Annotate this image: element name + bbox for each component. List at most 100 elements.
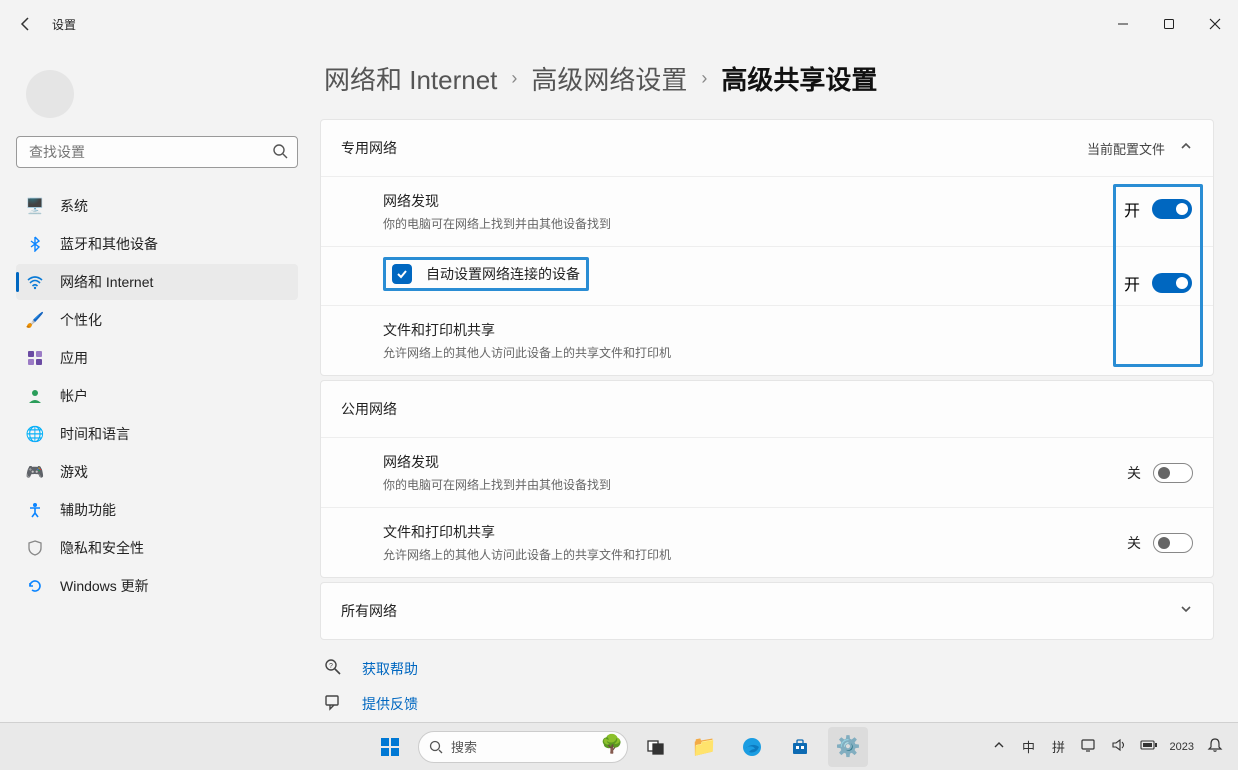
account-area [16, 60, 298, 128]
bluetooth-icon [26, 235, 44, 253]
toggle-network-discovery-private[interactable] [1152, 199, 1192, 219]
notifications-tray-icon[interactable] [1206, 737, 1224, 756]
sidebar-item-bluetooth[interactable]: 蓝牙和其他设备 [16, 226, 298, 262]
volume-tray-icon[interactable] [1110, 738, 1128, 755]
section-all-networks: 所有网络 [320, 582, 1214, 640]
display-icon: 🖥️ [26, 197, 44, 215]
maximize-button[interactable] [1146, 0, 1192, 48]
battery-tray-icon[interactable] [1140, 739, 1158, 754]
section-private-network: 专用网络 当前配置文件 网络发现 你的电脑可在网络上找到并由其他设备找到 [320, 119, 1214, 376]
checkbox-auto-setup[interactable] [392, 264, 412, 284]
breadcrumb: 网络和 Internet › 高级网络设置 › 高级共享设置 [320, 60, 1214, 97]
search-icon [429, 740, 443, 754]
toggle-label: 关 [1127, 533, 1141, 553]
get-help-link[interactable]: ? 获取帮助 [324, 658, 1214, 679]
clock-year[interactable]: 2023 [1170, 741, 1194, 753]
breadcrumb-link-network[interactable]: 网络和 Internet [324, 60, 497, 97]
search-art-icon: 🌳 [601, 734, 623, 755]
chevron-right-icon: › [511, 68, 517, 89]
sidebar-item-system[interactable]: 🖥️ 系统 [16, 188, 298, 224]
toggle-label: 开 [1124, 271, 1140, 295]
taskbar-search[interactable]: 搜索 🌳 [418, 731, 628, 763]
explorer-button[interactable]: 📁 [684, 727, 724, 767]
sidebar-item-label: 系统 [60, 196, 88, 216]
sidebar-item-apps[interactable]: 应用 [16, 340, 298, 376]
help-icon: ? [324, 658, 342, 679]
brush-icon: 🖌️ [26, 311, 44, 329]
taskbar: 搜索 🌳 📁 ⚙️ 中 拼 2023 [0, 722, 1238, 770]
sidebar-item-label: 帐户 [60, 386, 88, 406]
sidebar-item-label: 隐私和安全性 [60, 538, 144, 558]
sidebar-item-privacy[interactable]: 隐私和安全性 [16, 530, 298, 566]
chevron-down-icon [1179, 602, 1193, 621]
setting-title: 文件和打印机共享 [383, 320, 1073, 340]
setting-desc: 允许网络上的其他人访问此设备上的共享文件和打印机 [383, 344, 1073, 361]
sidebar-item-label: 蓝牙和其他设备 [60, 234, 158, 254]
shield-icon [26, 539, 44, 557]
sidebar-item-update[interactable]: Windows 更新 [16, 568, 298, 604]
sidebar-item-gaming[interactable]: 🎮 游戏 [16, 454, 298, 490]
back-button[interactable] [14, 12, 38, 36]
feedback-link[interactable]: 提供反馈 [324, 693, 1214, 714]
gamepad-icon: 🎮 [26, 463, 44, 481]
avatar [26, 70, 74, 118]
setting-title: 文件和打印机共享 [383, 522, 1127, 542]
settings-button[interactable]: ⚙️ [828, 727, 868, 767]
search-placeholder: 搜索 [451, 737, 477, 756]
row-network-discovery-private: 网络发现 你的电脑可在网络上找到并由其他设备找到 [321, 176, 1213, 246]
sidebar-item-label: Windows 更新 [60, 576, 149, 596]
setting-title: 网络发现 [383, 452, 1127, 472]
sidebar-item-label: 辅助功能 [60, 500, 116, 520]
accessibility-icon [26, 501, 44, 519]
section-header-public[interactable]: 公用网络 [321, 381, 1213, 437]
toggle-network-discovery-public[interactable] [1153, 463, 1193, 483]
row-file-printer-public: 文件和打印机共享 允许网络上的其他人访问此设备上的共享文件和打印机 关 [321, 507, 1213, 577]
toggle-file-printer-private[interactable] [1152, 273, 1192, 293]
grid-icon [26, 349, 44, 367]
search-input[interactable] [16, 136, 298, 168]
toggle-label: 开 [1124, 197, 1140, 221]
sidebar-item-label: 个性化 [60, 310, 102, 330]
ime-mode[interactable]: 拼 [1050, 737, 1068, 756]
section-header-all[interactable]: 所有网络 [321, 583, 1213, 639]
task-view-button[interactable] [636, 727, 676, 767]
sidebar-item-time[interactable]: 🌐 时间和语言 [16, 416, 298, 452]
checkbox-label: 自动设置网络连接的设备 [426, 264, 580, 284]
highlight-toggles: 开 开 [1113, 184, 1203, 367]
svg-text:?: ? [329, 663, 333, 670]
current-profile-badge: 当前配置文件 [1087, 139, 1165, 158]
sidebar-item-accounts[interactable]: 帐户 [16, 378, 298, 414]
setting-desc: 你的电脑可在网络上找到并由其他设备找到 [383, 476, 1127, 493]
link-label: 提供反馈 [362, 694, 418, 714]
network-tray-icon[interactable] [1080, 738, 1098, 755]
sidebar-item-accessibility[interactable]: 辅助功能 [16, 492, 298, 528]
store-button[interactable] [780, 727, 820, 767]
globe-clock-icon: 🌐 [26, 425, 44, 443]
person-icon [26, 387, 44, 405]
row-auto-setup: 自动设置网络连接的设备 [321, 246, 1213, 305]
sidebar-item-label: 时间和语言 [60, 424, 130, 444]
sidebar-item-label: 应用 [60, 348, 88, 368]
sidebar-item-label: 网络和 Internet [60, 272, 153, 292]
section-title: 公用网络 [341, 399, 397, 419]
edge-button[interactable] [732, 727, 772, 767]
sidebar-item-network[interactable]: 网络和 Internet [16, 264, 298, 300]
ime-lang[interactable]: 中 [1020, 737, 1038, 756]
row-network-discovery-public: 网络发现 你的电脑可在网络上找到并由其他设备找到 关 [321, 437, 1213, 507]
setting-desc: 你的电脑可在网络上找到并由其他设备找到 [383, 215, 1073, 232]
content-area: 网络和 Internet › 高级网络设置 › 高级共享设置 专用网络 当前配置… [310, 48, 1238, 722]
feedback-icon [324, 693, 342, 714]
section-header-private[interactable]: 专用网络 当前配置文件 [321, 120, 1213, 176]
link-label: 获取帮助 [362, 659, 418, 679]
chevron-right-icon: › [701, 68, 707, 89]
sync-icon [26, 577, 44, 595]
start-button[interactable] [370, 727, 410, 767]
breadcrumb-link-advanced[interactable]: 高级网络设置 [531, 60, 687, 97]
tray-chevron-up-icon[interactable] [990, 739, 1008, 754]
close-button[interactable] [1192, 0, 1238, 48]
toggle-file-printer-public[interactable] [1153, 533, 1193, 553]
sidebar-item-personalization[interactable]: 🖌️ 个性化 [16, 302, 298, 338]
minimize-button[interactable] [1100, 0, 1146, 48]
title-bar: 设置 [0, 0, 1238, 48]
setting-desc: 允许网络上的其他人访问此设备上的共享文件和打印机 [383, 546, 1127, 563]
